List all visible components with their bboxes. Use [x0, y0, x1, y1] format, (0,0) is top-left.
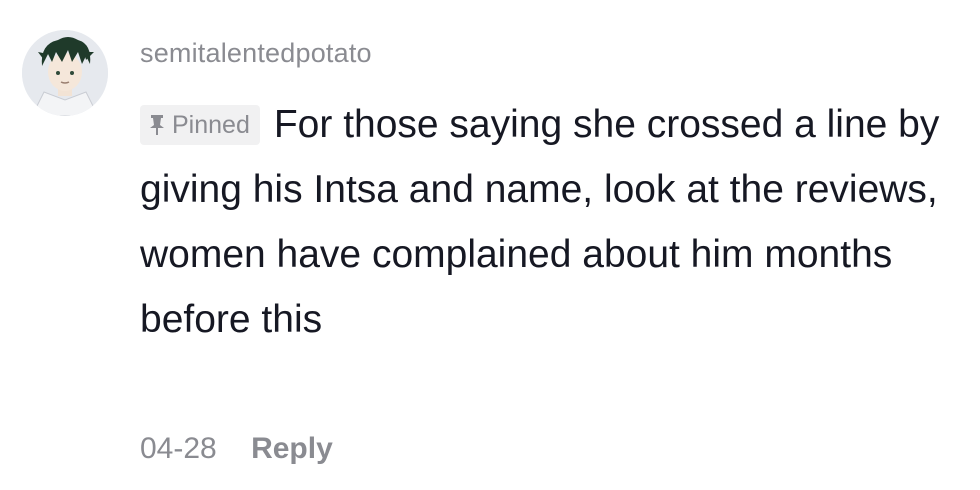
comment-meta: 04-28 Reply	[140, 432, 333, 466]
pin-icon	[148, 108, 166, 148]
pinned-label: Pinned	[172, 111, 250, 139]
comment-username[interactable]: semitalentedpotato	[140, 38, 372, 69]
pinned-badge: Pinned	[140, 105, 260, 145]
comment-item: semitalentedpotato Pinned For those sayin…	[0, 0, 980, 490]
reply-button[interactable]: Reply	[251, 432, 333, 465]
comment-text-block: Pinned For those saying she crossed a lin…	[140, 92, 965, 352]
comment-date: 04-28	[140, 432, 217, 465]
user-avatar-icon[interactable]	[22, 30, 108, 116]
comment-text: For those saying she crossed a line by g…	[140, 103, 940, 341]
